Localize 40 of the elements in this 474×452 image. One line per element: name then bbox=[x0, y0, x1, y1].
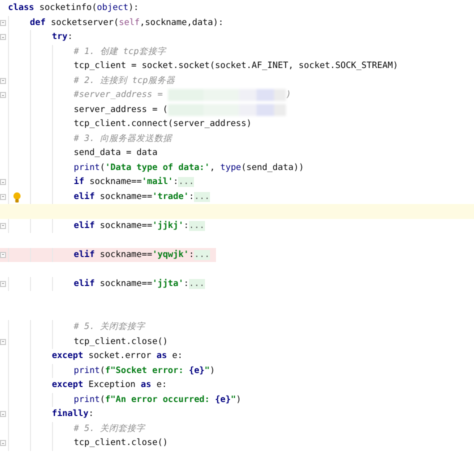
fold-marker-icon[interactable] bbox=[0, 179, 6, 186]
code-line: elif sockname=='jjta':... bbox=[74, 278, 205, 290]
fold-marker-icon[interactable] bbox=[0, 222, 6, 229]
code-line: # 1. 创建 tcp套接字 bbox=[74, 46, 166, 58]
code-line: tcp_client = socket.socket(socket.AF_INET, socket.SOCK_STREAM) bbox=[74, 60, 398, 73]
fold-marker-icon[interactable] bbox=[0, 194, 6, 200]
code-line: print('Data type of data:', type(send_data)) bbox=[74, 162, 304, 174]
fold-marker-icon[interactable] bbox=[0, 20, 6, 26]
fold-marker-icon[interactable] bbox=[0, 411, 6, 418]
code-line: #server_address = bbox=[74, 89, 164, 102]
code-line: tcp_client.close() bbox=[74, 336, 168, 348]
code-line: send_data = data bbox=[74, 147, 158, 160]
code-line: # 5. 关闭套接字 bbox=[74, 422, 145, 436]
fold-marker-icon[interactable] bbox=[0, 34, 6, 40]
code-line: elif sockname=='trade':... bbox=[74, 190, 210, 204]
code-line: tcp_client.close() bbox=[74, 437, 168, 450]
code-line: ) bbox=[286, 89, 292, 102]
code-line: elif sockname=='yqwjk':... bbox=[74, 248, 210, 262]
code-line: elif sockname=='jjkj':... bbox=[74, 220, 205, 232]
code-line: finally: bbox=[52, 408, 94, 421]
code-line: print(f"Socket error: {e}") bbox=[74, 364, 216, 378]
fold-marker-icon[interactable] bbox=[0, 280, 6, 287]
code-line: try: bbox=[52, 31, 73, 44]
code-line: def socketserver(self,sockname,data): bbox=[30, 16, 224, 30]
fold-marker-icon[interactable] bbox=[0, 252, 6, 258]
code-line: # 5. 关闭套接字 bbox=[74, 320, 145, 334]
code-line: # 2. 连接到 tcp服务器 bbox=[74, 74, 175, 88]
code-line: tcp_client.connect(server_address) bbox=[74, 118, 252, 131]
code-line: print(f"An error occurred: {e}") bbox=[74, 394, 242, 406]
code-line: if sockname=='mail':... bbox=[74, 176, 194, 189]
code-line: server_address = ( bbox=[74, 104, 168, 116]
code-line: class socketinfo(object): bbox=[8, 2, 139, 15]
fold-marker-icon[interactable] bbox=[0, 78, 6, 84]
code-line: except socket.error as e: bbox=[52, 350, 183, 363]
fold-marker-icon[interactable] bbox=[0, 440, 6, 446]
code-line: # 3. 向服务器发送数据 bbox=[74, 132, 172, 146]
fold-marker-icon[interactable] bbox=[0, 338, 6, 345]
code-line: except Exception as e: bbox=[52, 379, 167, 392]
lightbulb-icon[interactable] bbox=[13, 192, 21, 202]
fold-marker-icon[interactable] bbox=[0, 92, 6, 98]
